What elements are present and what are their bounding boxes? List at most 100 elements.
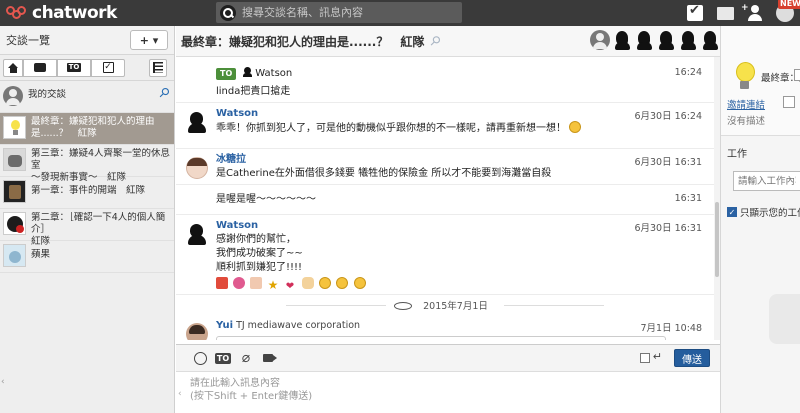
flower-emoji-icon [233, 277, 246, 289]
message[interactable]: TO Watson linda把貴口搶走 16:24 [176, 57, 714, 103]
room-name: 蘋果 [31, 249, 51, 260]
collapse-compose-icon[interactable]: ‹ [178, 389, 182, 399]
message-sender[interactable]: Yui TJ mediawave corporation [216, 319, 714, 333]
compose-placeholder-line1: 請在此輸入訊息內容 [190, 378, 280, 389]
bulb-icon [3, 116, 26, 139]
message[interactable]: Yui TJ mediawave corporation 7月1日 10:48 [176, 315, 714, 340]
search-input[interactable] [242, 6, 442, 19]
video-icon [263, 354, 277, 362]
profile-menu-button[interactable]: NEW [770, 0, 800, 26]
room-settings-button[interactable] [794, 69, 800, 81]
room-name-line1: 最終章：嫌疑犯和犯人的理由 [31, 116, 155, 127]
room-name: 最終章：嫌疑犯和犯人的理由 是......？ 紅隊 [31, 116, 155, 140]
room-name-line1: 第二章：［確認一下4人的個人簡介］ [31, 212, 166, 235]
member-avatar-icon[interactable] [634, 29, 654, 51]
invite-link[interactable]: 邀請連結 [727, 97, 765, 111]
show-mine-checkbox[interactable]: ✓ [727, 207, 737, 217]
show-mine-label: 只顯示您的工作 [740, 208, 800, 219]
filter-to-button[interactable]: TO [57, 58, 91, 77]
tasks-title: 工作 [727, 149, 747, 160]
pin-icon[interactable]: ⚲ [155, 85, 172, 103]
room-item-chapter3[interactable]: 第三章：嫌疑4人齊聚一堂的休息室 ～發現新事實～ 紅隊 [0, 145, 174, 183]
smile-icon [193, 351, 207, 365]
compose-toolbar: TO ⌀ ↵ 傳送 [176, 345, 720, 372]
filter-all-button[interactable] [3, 58, 23, 77]
message-text: 乖乖！你抓到犯人了，可是他的動機似乎跟你想的不一樣呢，請再重新想一想！ [216, 123, 566, 134]
enter-icon: ↵ [652, 350, 662, 363]
room-members[interactable] [588, 29, 720, 51]
message-body-line: 順利抓到嫌犯了!!!! [216, 262, 303, 273]
logo[interactable]: chatwork [0, 3, 200, 23]
bulb-icon [734, 62, 756, 92]
watson-icon[interactable] [186, 111, 208, 133]
attach-button[interactable]: ⌀ [238, 350, 254, 366]
member-avatar-icon[interactable] [590, 30, 610, 50]
search-bar[interactable] [216, 2, 462, 23]
sender-name[interactable]: Yui [216, 320, 233, 331]
message[interactable]: Watson 感謝你們的幫忙， 我們成功破案了~~ 順利抓到嫌犯了!!!! ★ … [176, 215, 714, 295]
room-info: 最終章：嫌 邀請連結 沒有描述 [721, 26, 800, 136]
task-input[interactable] [733, 171, 800, 191]
message-time: 7月1日 10:48 [640, 323, 703, 334]
to-button[interactable]: TO [214, 350, 232, 366]
member-avatar-icon[interactable] [700, 29, 720, 51]
task-checkbox-icon: ✓ [102, 62, 114, 73]
member-avatar-icon[interactable] [612, 29, 632, 51]
room-info-panel: 最終章：嫌 邀請連結 沒有描述 工作 ✓ 只顯示您的工作 [720, 26, 800, 413]
pin-icon[interactable]: ⚲ [426, 32, 443, 49]
to-tag: TO [216, 68, 237, 80]
to-icon: TO [66, 63, 82, 72]
smile-emoji-icon [569, 121, 582, 133]
compose-area: TO ⌀ ↵ 傳送 請在此輸入訊息內容 (按下Shift + Enter鍵傳送)… [176, 344, 720, 413]
file-button[interactable] [710, 0, 740, 26]
video-call-button[interactable] [261, 350, 277, 366]
member-avatar-icon[interactable] [656, 29, 676, 51]
member-avatar-icon[interactable] [678, 29, 698, 51]
message[interactable]: 冰糖拉 是Catherine在外面借很多錢要 犧牲他的保險金 所以才不能要到海灘… [176, 149, 714, 185]
room-list-title: 交談一覽 [6, 34, 50, 47]
room-filter-bar: TO ✓ [0, 55, 174, 81]
girl-icon[interactable] [186, 157, 208, 179]
room-item-mine[interactable]: 我的交談 ⚲ [0, 81, 174, 113]
message[interactable]: Watson 乖乖！你抓到犯人了，可是他的動機似乎跟你想的不一樣呢，請再重新想一… [176, 103, 714, 149]
collapse-sidebar-icon[interactable]: ‹ [1, 377, 5, 387]
enter-to-send-checkbox[interactable] [640, 353, 650, 363]
room-item-chapter2[interactable]: 第二章：［確認一下4人的個人簡介］ 紅隊 [0, 209, 174, 247]
task-button[interactable] [680, 0, 710, 26]
message[interactable]: 是喔是喔～～～～～～ 16:31 [176, 185, 714, 215]
filter-unread-button[interactable] [23, 58, 57, 77]
add-room-button[interactable]: + ▾ [130, 30, 168, 50]
top-icons: + NEW [680, 0, 800, 26]
filter-task-button[interactable]: ✓ [91, 58, 125, 77]
watson-mini-icon [243, 67, 253, 77]
scroll-thumb[interactable] [715, 202, 719, 277]
room-item-apple[interactable]: 蘋果 [0, 241, 174, 273]
room-name-line2: 是......？ 紅隊 [31, 128, 97, 139]
add-contact-button[interactable]: + [740, 0, 770, 26]
room-item-final[interactable]: 最終章：嫌疑犯和犯人的理由 是......？ 紅隊 [0, 113, 174, 145]
message-timeline[interactable]: TO Watson linda把貴口搶走 16:24 Watson 乖乖！你抓到犯… [176, 57, 714, 340]
room-item-chapter1[interactable]: 第一章：事件的開端 紅隊 [0, 177, 174, 209]
tongue-emoji-icon [353, 277, 366, 289]
date-separator: 2015年7月1日 [176, 295, 714, 315]
message-body-line: 感謝你們的幫忙， [216, 234, 296, 245]
date-text: 2015年7月1日 [415, 301, 496, 312]
edit-description-button[interactable] [783, 96, 795, 108]
chat-bubble-icon [34, 63, 46, 72]
room-name: 第一章：事件的開端 紅隊 [31, 185, 146, 196]
watson-icon[interactable] [186, 223, 208, 245]
search-icon[interactable] [220, 4, 236, 21]
party-emoji-icon [216, 277, 228, 289]
message-input[interactable]: 請在此輸入訊息內容 (按下Shift + Enter鍵傳送) [176, 372, 720, 403]
date-separator-label: 2015年7月1日 [386, 298, 504, 312]
room-title: 最終章：嫌疑犯和犯人的理由是......？ 紅隊 [181, 34, 425, 49]
room-category-button[interactable] [149, 58, 167, 77]
message-time: 6月30日 16:24 [634, 111, 702, 122]
yui-avatar-icon[interactable] [186, 323, 208, 340]
list-icon [153, 62, 163, 73]
message-body: 是Catherine在外面借很多錢要 犧牲他的保險金 所以才不能要到海灘當自殺 [216, 168, 552, 179]
send-button[interactable]: 傳送 [674, 349, 710, 367]
message-time: 6月30日 16:31 [634, 157, 702, 168]
emoji-button[interactable] [192, 350, 208, 366]
room-name: 我的交談 [28, 89, 67, 100]
